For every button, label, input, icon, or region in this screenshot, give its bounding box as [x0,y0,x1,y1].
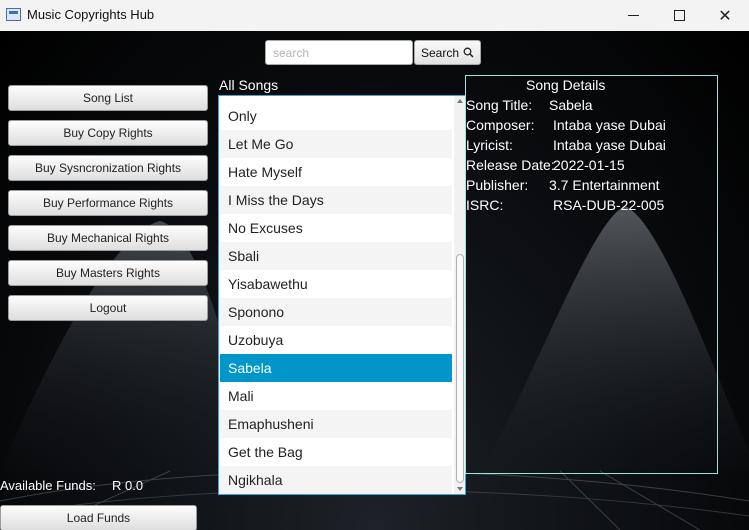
search-icon [463,47,474,58]
list-item[interactable]: Get the Bag [220,438,452,466]
detail-key-title: Song Title: [466,97,533,113]
list-item[interactable]: Only [220,102,452,130]
detail-key-release-date: Release Date: [466,157,555,173]
detail-value-publisher: 3.7 Entertainment [549,177,660,193]
search-button[interactable]: Search [414,40,481,65]
close-icon: ✕ [718,7,732,25]
song-list-button[interactable]: Song List [8,85,208,111]
scroll-up-icon[interactable] [457,99,463,103]
buy-mechanical-rights-button[interactable]: Buy Mechanical Rights [8,225,208,251]
list-item[interactable]: Uzobuya [220,326,452,354]
search-input[interactable] [265,40,413,65]
detail-key-publisher: Publisher: [466,177,529,193]
window-title: Music Copyrights Hub [27,7,155,22]
detail-value-isrc: RSA-DUB-22-005 [553,197,665,213]
detail-key-isrc: ISRC: [466,197,504,213]
song-details-heading: Song Details [526,77,606,93]
detail-value-composer: Intaba yase Dubai [553,117,666,133]
load-funds-button[interactable]: Load Funds [0,505,197,530]
main-content: Search Song List Buy Copy Rights Buy Sys… [0,31,749,530]
available-funds-label: Available Funds: [0,478,96,493]
buy-masters-rights-button[interactable]: Buy Masters Rights [8,260,208,286]
list-item[interactable]: Emaphusheni [220,410,452,438]
maximize-icon [673,10,685,21]
list-item[interactable]: Mali [220,382,452,410]
detail-key-composer: Composer: [466,117,535,133]
buy-performance-rights-button[interactable]: Buy Performance Rights [8,190,208,216]
list-item[interactable]: Ngikhala [220,466,452,494]
buy-copy-rights-button[interactable]: Buy Copy Rights [8,120,208,146]
song-details-panel [465,75,718,474]
close-button[interactable]: ✕ [702,0,748,31]
list-item[interactable]: No Excuses [220,214,452,242]
list-item[interactable]: Let Me Go [220,130,452,158]
detail-value-release-date: 2022-01-15 [553,157,625,173]
detail-key-lyricist: Lyricist: [466,137,513,153]
minimize-icon [627,15,639,16]
scroll-down-icon[interactable] [457,487,463,491]
list-item[interactable]: Sponono [220,298,452,326]
list-item-selected[interactable]: Sabela [220,354,452,382]
detail-value-title: Sabela [549,97,593,113]
list-item[interactable]: Yisabawethu [220,270,452,298]
app-icon [6,8,21,21]
minimize-button[interactable] [610,0,656,31]
available-funds-value: R 0.0 [112,478,144,493]
title-bar: Music Copyrights Hub ✕ [0,0,749,31]
search-button-label: Search [420,45,460,60]
logout-button[interactable]: Logout [8,295,208,321]
all-songs-heading: All Songs [219,77,279,93]
buy-sync-rights-button[interactable]: Buy Sysncronization Rights [8,155,208,181]
list-item[interactable]: Sbali [220,242,452,270]
scroll-thumb[interactable] [456,254,464,483]
list-item[interactable]: I Miss the Days [220,186,452,214]
maximize-button[interactable] [656,0,702,31]
detail-value-lyricist: Intaba yase Dubai [553,137,666,153]
song-list[interactable]: Only Let Me Go Hate Myself I Miss the Da… [218,95,466,495]
list-item[interactable]: Hate Myself [220,158,452,186]
